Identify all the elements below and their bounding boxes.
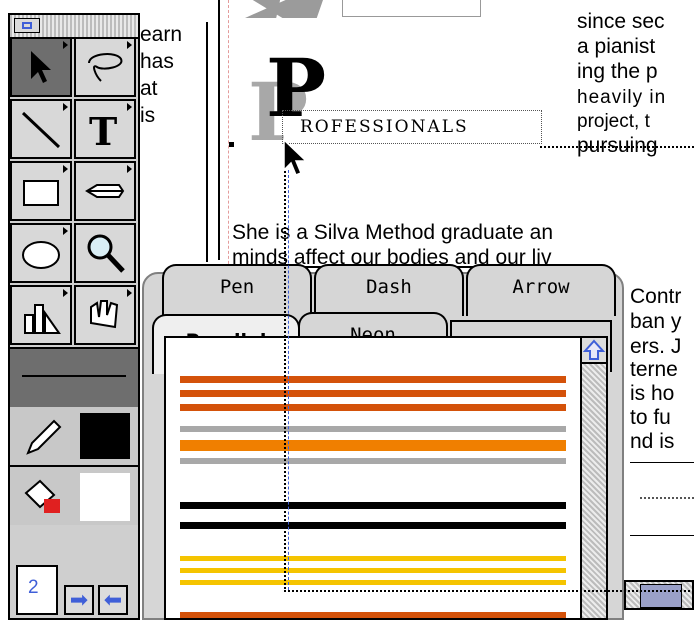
prev-page-arrow-icon[interactable]: ⬅ (98, 585, 128, 615)
behind-dotted-line (640, 497, 694, 499)
stroke-line (180, 612, 566, 618)
line-style-list[interactable] (164, 336, 608, 620)
mouse-cursor-icon (283, 138, 308, 176)
zoom-tool[interactable] (74, 223, 136, 283)
lasso-tool[interactable] (74, 37, 136, 97)
stroke-line (180, 426, 566, 432)
stroke-line (180, 440, 566, 451)
stroke-line (180, 390, 566, 397)
fountain-pen-icon (85, 184, 125, 198)
pen-color-swatch[interactable] (80, 413, 130, 459)
text-tool[interactable]: T (74, 99, 136, 159)
behind-line-5: is ho (630, 382, 675, 405)
link-connector (540, 146, 694, 148)
fill-color-swatch[interactable] (80, 473, 130, 521)
pointer-tool[interactable] (10, 37, 72, 97)
behind-line-1: Contr (630, 285, 682, 308)
diagonal-line-icon (21, 111, 61, 149)
scroll-thumb[interactable] (640, 584, 682, 608)
right-col-line-4: heavily in (577, 87, 667, 108)
stroke-line (180, 556, 566, 561)
line-style-gray-orange[interactable] (180, 426, 566, 466)
svg-text:T: T (89, 109, 117, 151)
right-col-line-1: since sec (577, 10, 665, 33)
right-col-line-3: ing the p (577, 60, 658, 83)
line-tool[interactable] (10, 99, 72, 159)
scroll-up-arrow-icon[interactable] (582, 338, 606, 364)
page-number: 2 (28, 577, 39, 598)
right-col-line-5: project, t (577, 111, 650, 132)
behind-line-4: terne (630, 358, 678, 381)
behind-line-2: ban y (630, 310, 682, 333)
up-arrow-glyph (582, 339, 606, 360)
stroke-line (180, 522, 566, 529)
guide-horizontal (284, 590, 694, 592)
line-weight-icon (22, 375, 126, 377)
lasso-icon (88, 53, 123, 82)
tab-arrow[interactable]: Arrow (466, 264, 616, 316)
margin-guide (218, 0, 220, 260)
arrow-pointer-icon (31, 51, 51, 83)
left-col-line-1: earn (140, 23, 183, 46)
text-box-bottom (630, 462, 694, 536)
graphic-fragment (245, 0, 323, 18)
left-col-line-2: has (140, 50, 174, 73)
rectangle-tool[interactable] (10, 161, 72, 221)
behind-line-6: to fu (630, 406, 671, 429)
selection-handle[interactable] (229, 142, 234, 147)
banner-selection-box (282, 110, 542, 144)
stroke-line (180, 568, 566, 573)
text-t-icon: T (89, 109, 117, 151)
left-col-line-3: at (140, 77, 158, 100)
chart-tool[interactable] (10, 285, 72, 345)
line-style-orange-triple[interactable] (180, 376, 566, 412)
behind-line-3: ers. J (630, 335, 682, 358)
stroke-line (180, 580, 566, 585)
pen-tool[interactable] (74, 161, 136, 221)
close-box-icon[interactable] (14, 18, 40, 33)
stroke-line (180, 376, 566, 383)
toolbox-title-bar[interactable] (10, 15, 138, 39)
line-style-yellow-triple[interactable] (180, 556, 566, 590)
line-style-black-double[interactable] (180, 502, 566, 530)
page-number-box[interactable]: 2 (16, 565, 58, 615)
guide-vertical (284, 144, 286, 592)
behind-line-7: nd is (630, 430, 675, 453)
pencil-icon (26, 419, 62, 455)
line-style-orange-single[interactable] (180, 612, 566, 618)
fill-color-row[interactable] (10, 467, 138, 525)
line-width-swatch[interactable] (10, 347, 138, 409)
rectangle-icon (23, 180, 59, 206)
left-col-line-4: is (140, 104, 156, 127)
body-line-1: She is a Silva Method graduate an (232, 221, 554, 244)
pen-color-row[interactable] (10, 407, 138, 467)
text-box-frame[interactable] (342, 0, 481, 17)
stroke-line (180, 458, 566, 464)
tab-dash[interactable]: Dash (314, 264, 464, 316)
hand-icon (90, 300, 119, 329)
style-list-scrollbar[interactable] (580, 336, 608, 620)
tab-pen[interactable]: Pen (162, 264, 312, 316)
right-col-line-2: a pianist (577, 35, 656, 58)
paint-bucket-icon (24, 479, 60, 513)
grabber-tool[interactable] (74, 285, 136, 345)
guide-vertical-blue (288, 170, 289, 590)
next-page-arrow-icon[interactable]: ➡ (64, 585, 94, 615)
ellipse-tool[interactable] (10, 223, 72, 283)
stroke-line (180, 502, 566, 509)
ellipse-icon (22, 241, 60, 269)
chart-icon (24, 304, 61, 334)
magnifier-icon (87, 234, 125, 273)
stroke-line (180, 404, 566, 411)
toolbox-palette[interactable]: T 2 ➡ ⬅ (8, 13, 140, 620)
horizontal-scrollbar[interactable] (624, 580, 694, 610)
